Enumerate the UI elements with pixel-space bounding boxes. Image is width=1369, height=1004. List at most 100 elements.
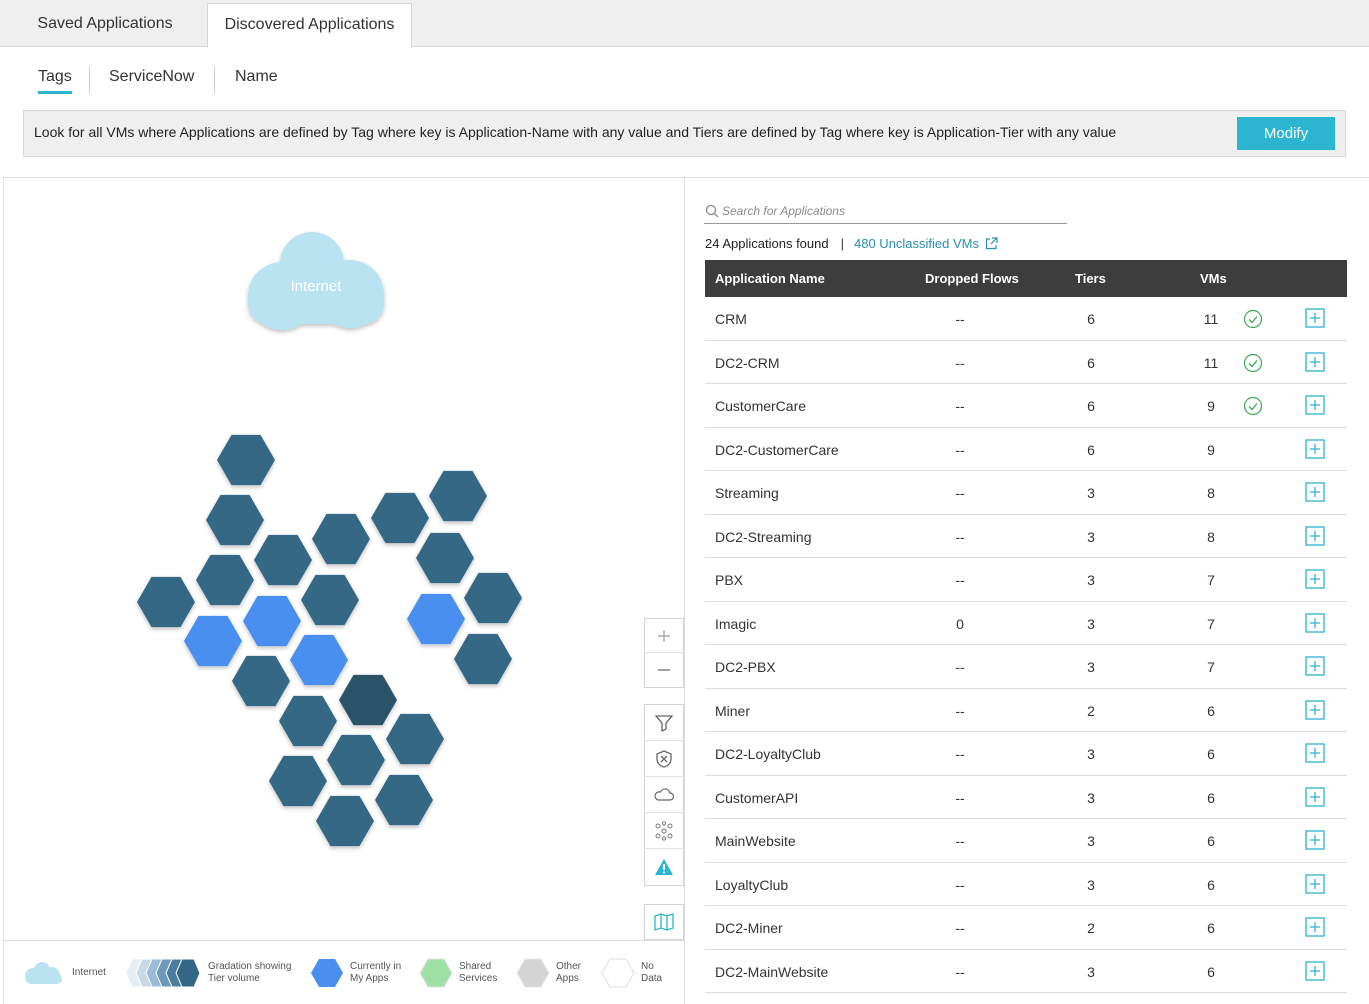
filter-button[interactable] xyxy=(645,705,683,741)
tier-hexagon[interactable] xyxy=(269,755,327,807)
add-application-button[interactable] xyxy=(1305,612,1325,636)
vms-cell: 8 xyxy=(1207,528,1215,545)
legend-no-data: No Data xyxy=(601,957,662,989)
tier-hexagon[interactable] xyxy=(254,534,312,586)
check-circle-icon xyxy=(1243,396,1263,419)
add-application-button[interactable] xyxy=(1305,656,1325,679)
add-application-button[interactable] xyxy=(1305,786,1325,810)
app-name-cell: Streaming xyxy=(715,485,779,501)
tier-hexagon[interactable] xyxy=(339,674,397,726)
tab-saved-applications[interactable]: Saved Applications xyxy=(3,3,207,47)
tier-hexagon[interactable] xyxy=(137,576,195,628)
tier-hexagon[interactable] xyxy=(232,655,290,707)
tier-hexagon[interactable] xyxy=(312,513,370,565)
tier-hexagons[interactable] xyxy=(137,434,522,847)
my-app-tier-hexagon[interactable] xyxy=(243,595,301,647)
sub-tab-name[interactable]: Name xyxy=(235,62,278,94)
cloud-icon xyxy=(654,787,675,801)
add-application-button[interactable] xyxy=(1305,438,1325,462)
sub-tab-tags[interactable]: Tags xyxy=(38,62,72,94)
table-row[interactable]: DC2-CRM -- 6 11 xyxy=(705,341,1347,384)
table-row[interactable]: DC2-LoyaltyClub -- 3 6 xyxy=(705,732,1347,776)
tier-hexagon[interactable] xyxy=(454,633,512,685)
table-row[interactable]: LoyaltyClub -- 3 6 xyxy=(705,863,1347,906)
external-link-icon[interactable] xyxy=(985,237,998,250)
add-application-button[interactable] xyxy=(1305,569,1325,592)
plus-box-icon xyxy=(1305,830,1325,850)
tier-hexagon[interactable] xyxy=(386,713,444,765)
zoom-out-button[interactable] xyxy=(645,653,683,687)
map-view-button[interactable] xyxy=(645,905,683,939)
table-row[interactable]: CustomerCare -- 6 9 xyxy=(705,384,1347,428)
unclassified-vms-link[interactable]: 480 Unclassified VMs xyxy=(854,236,979,251)
tier-hexagon[interactable] xyxy=(375,774,433,826)
add-application-button[interactable] xyxy=(1305,743,1325,766)
add-application-button[interactable] xyxy=(1305,525,1325,549)
add-application-button[interactable] xyxy=(1305,917,1325,940)
table-row[interactable]: CRM -- 6 11 xyxy=(705,297,1347,341)
tier-hexagon[interactable] xyxy=(464,572,522,624)
tier-hexagon[interactable] xyxy=(416,532,474,584)
tier-hexagon[interactable] xyxy=(206,494,264,546)
column-header-dropped-flows[interactable]: Dropped Flows xyxy=(925,271,1019,286)
table-row[interactable]: CustomerAPI -- 3 6 xyxy=(705,776,1347,819)
my-app-tier-hexagon[interactable] xyxy=(290,634,348,686)
add-application-button[interactable] xyxy=(1305,873,1325,897)
tier-hexagon[interactable] xyxy=(327,734,385,786)
alerts-button[interactable] xyxy=(645,849,683,885)
add-application-button[interactable] xyxy=(1305,395,1325,418)
table-row[interactable]: PBX -- 3 7 xyxy=(705,558,1347,602)
table-row[interactable]: DC2-CustomerCare -- 6 9 xyxy=(705,428,1347,471)
app-name-cell: DC2-PBX xyxy=(715,659,776,675)
column-header-name[interactable]: Application Name xyxy=(715,271,825,286)
tier-hexagon[interactable] xyxy=(316,795,374,847)
table-header: Application Name Dropped Flows Tiers VMs xyxy=(705,260,1347,297)
tier-hexagon[interactable] xyxy=(217,434,275,486)
table-body: CRM -- 6 11 DC2-CRM -- 6 11 CustomerCare -- 6 9 DC2-… xyxy=(705,297,1347,993)
tab-discovered-applications[interactable]: Discovered Applications xyxy=(207,3,412,48)
tier-hexagon[interactable] xyxy=(279,695,337,747)
panel-divider xyxy=(684,178,685,1004)
add-application-button[interactable] xyxy=(1305,351,1325,375)
vms-cell: 11 xyxy=(1203,354,1219,371)
application-map[interactable]: Internet xyxy=(4,178,684,940)
tier-hexagon[interactable] xyxy=(371,492,429,544)
vms-cell: 7 xyxy=(1207,659,1215,675)
search-input[interactable] xyxy=(722,204,1062,218)
dropped-flows-cell: -- xyxy=(955,485,965,501)
table-row[interactable]: DC2-MainWebsite -- 3 6 xyxy=(705,950,1347,993)
table-row[interactable]: DC2-PBX -- 3 7 xyxy=(705,645,1347,689)
tier-hexagon[interactable] xyxy=(196,554,254,606)
table-row[interactable]: DC2-Miner -- 2 6 xyxy=(705,906,1347,950)
tier-hexagon[interactable] xyxy=(301,574,359,626)
table-row[interactable]: MainWebsite -- 3 6 xyxy=(705,819,1347,863)
internet-toggle-button[interactable] xyxy=(645,777,683,813)
policy-button[interactable] xyxy=(645,741,683,777)
add-application-button[interactable] xyxy=(1305,960,1325,984)
map-canvas[interactable]: Internet xyxy=(4,178,684,940)
tiers-cell: 3 xyxy=(1087,876,1095,893)
table-row[interactable]: Streaming -- 3 8 xyxy=(705,471,1347,515)
add-application-button[interactable] xyxy=(1305,308,1325,331)
sub-tab-divider xyxy=(214,66,215,94)
column-header-vms[interactable]: VMs xyxy=(1200,271,1227,286)
table-row[interactable]: Imagic 0 3 7 xyxy=(705,602,1347,645)
legend-tier-gradation: Gradation showing Tier volume xyxy=(122,957,291,989)
network-icon xyxy=(655,820,673,841)
my-app-tier-hexagon[interactable] xyxy=(184,615,242,667)
sub-tab-servicenow[interactable]: ServiceNow xyxy=(109,62,194,94)
zoom-in-button[interactable] xyxy=(645,619,683,653)
add-application-button[interactable] xyxy=(1305,482,1325,505)
network-button[interactable] xyxy=(645,813,683,849)
my-app-tier-hexagon[interactable] xyxy=(407,593,465,645)
shield-x-icon xyxy=(656,749,672,768)
legend-shared-services: Shared Services xyxy=(419,957,497,989)
table-row[interactable]: DC2-Streaming -- 3 8 xyxy=(705,515,1347,558)
column-header-tiers[interactable]: Tiers xyxy=(1075,271,1106,286)
add-application-button[interactable] xyxy=(1305,830,1325,853)
modify-button[interactable]: Modify xyxy=(1237,117,1335,150)
add-application-button[interactable] xyxy=(1305,699,1325,723)
tiers-cell: 6 xyxy=(1087,441,1095,458)
tier-hexagon[interactable] xyxy=(429,470,487,522)
table-row[interactable]: Miner -- 2 6 xyxy=(705,689,1347,732)
